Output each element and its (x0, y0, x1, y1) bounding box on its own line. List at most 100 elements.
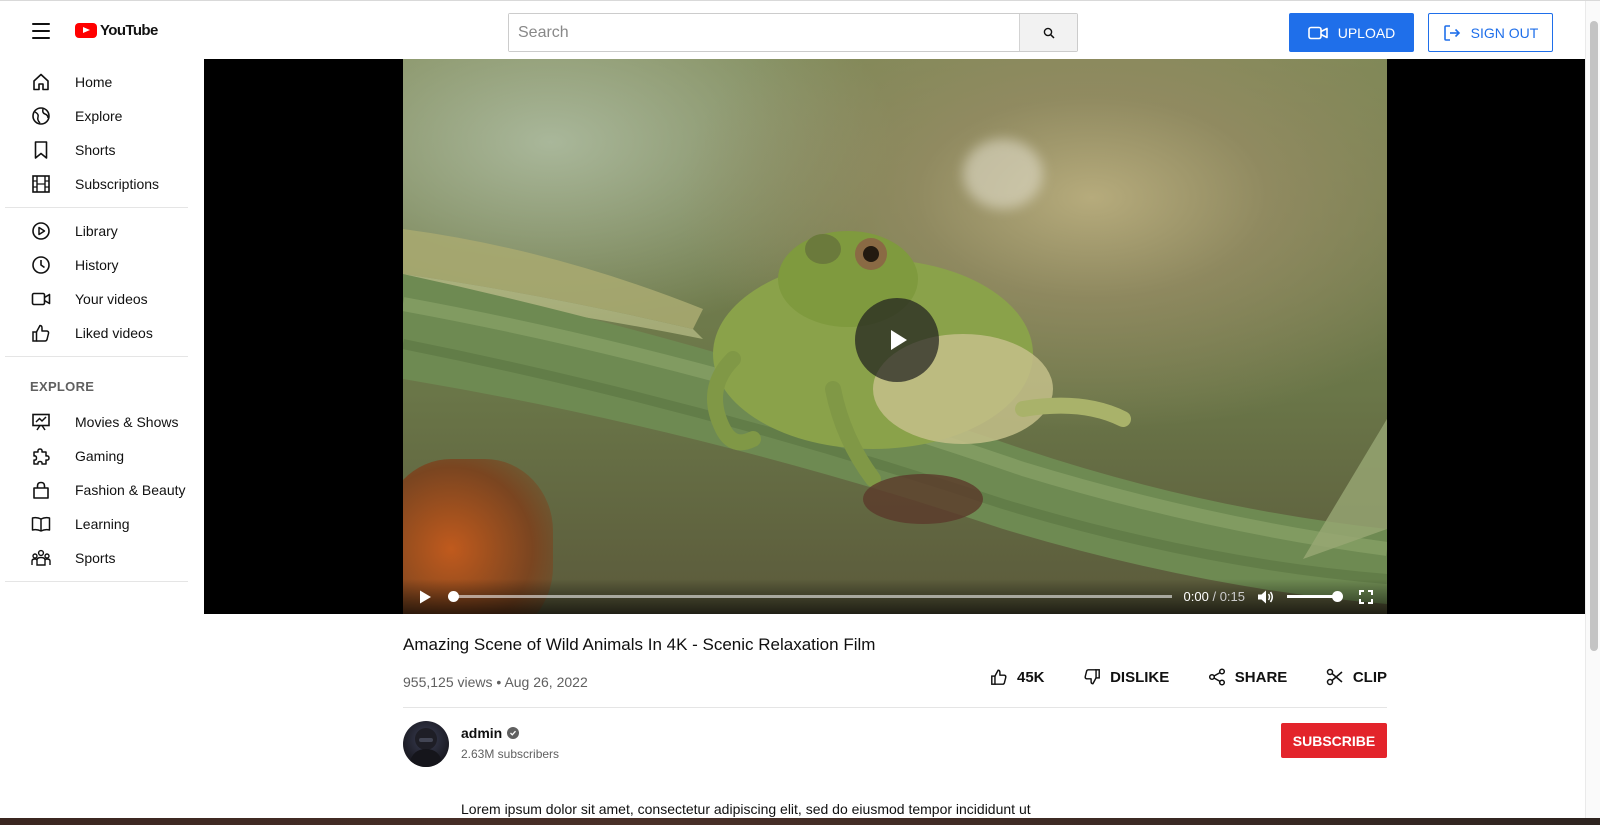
search-bar (508, 13, 1078, 52)
sidebar-item-label: Liked videos (75, 325, 153, 341)
avatar-image (409, 728, 443, 767)
sidebar-item-movies-shows[interactable]: Movies & Shows (5, 405, 188, 439)
sidebar-item-fashion-beauty[interactable]: Fashion & Beauty (5, 473, 188, 507)
video-title: Amazing Scene of Wild Animals In 4K - Sc… (403, 635, 876, 654)
time-display: 0:00 / 0:15 (1184, 589, 1245, 604)
like-button[interactable]: 45K (990, 668, 1045, 686)
puzzle-icon (33, 448, 50, 465)
sidebar-item-label: Your videos (75, 291, 148, 307)
video-description: Lorem ipsum dolor sit amet, consectetur … (461, 801, 1031, 817)
scissors-icon (1326, 668, 1343, 686)
share-button[interactable]: SHARE (1208, 668, 1288, 686)
scrollbar-thumb[interactable] (1590, 21, 1598, 651)
verified-check-icon (507, 727, 520, 739)
logout-icon (1443, 24, 1460, 41)
sidebar-item-label: Gaming (75, 448, 125, 464)
shopping-bag-icon (33, 481, 49, 499)
top-header: YouTube UPLOAD SIGN OUT (0, 1, 1585, 59)
sidebar-item-label: Explore (75, 108, 123, 124)
play-icon[interactable] (417, 589, 433, 605)
dislike-button[interactable]: DISLIKE (1083, 668, 1169, 686)
share-label: SHARE (1234, 668, 1288, 686)
upload-button[interactable]: UPLOAD (1289, 13, 1414, 52)
bookmark-icon (34, 141, 48, 159)
play-icon (891, 330, 907, 350)
sidebar-item-shorts[interactable]: Shorts (5, 133, 188, 167)
sign-out-button[interactable]: SIGN OUT (1428, 13, 1553, 52)
play-circle-icon (32, 222, 50, 240)
volume-fill (1287, 595, 1337, 598)
duration: 0:15 (1219, 589, 1245, 604)
info-divider (403, 707, 1387, 708)
logo-text: YouTube (100, 22, 158, 39)
sidebar-item-label: Sports (75, 550, 116, 566)
home-icon (33, 73, 49, 91)
sidebar-item-gaming[interactable]: Gaming (5, 439, 188, 473)
sign-out-label: SIGN OUT (1470, 24, 1539, 41)
thumbs-up-icon (991, 669, 1007, 685)
video-meta: 955,125 views • Aug 26, 2022 (403, 674, 588, 690)
sidebar-item-label: History (75, 257, 119, 273)
youtube-logo[interactable]: YouTube (75, 22, 158, 39)
volume-slider[interactable] (1287, 591, 1343, 602)
sidebar-item-label: Movies & Shows (75, 414, 179, 430)
clip-button[interactable]: CLIP (1326, 668, 1387, 686)
sidebar-explore-group: EXPLORE Movies & Shows Gaming Fashion & … (5, 357, 188, 582)
volume-icon[interactable] (1257, 589, 1275, 605)
time-separator: / (1208, 589, 1220, 604)
sidebar-item-sports[interactable]: Sports (5, 541, 188, 575)
sidebar-item-your-videos[interactable]: Your videos (5, 282, 188, 316)
thumbs-up-icon (32, 324, 50, 342)
share-icon (1208, 668, 1225, 686)
sidebar-item-subscriptions[interactable]: Subscriptions (5, 167, 188, 201)
video-actions: 45K DISLIKE SHARE CLIP (990, 668, 1387, 686)
page-scrollbar[interactable] (1585, 1, 1600, 818)
subscriber-count: 2.63M subscribers (461, 747, 560, 761)
sidebar-item-learning[interactable]: Learning (5, 507, 188, 541)
clip-label: CLIP (1352, 668, 1387, 686)
clock-icon (32, 256, 50, 274)
upload-label: UPLOAD (1337, 24, 1396, 41)
big-play-button[interactable] (855, 298, 939, 382)
desktop-background-strip (0, 818, 1600, 825)
sidebar-item-home[interactable]: Home (5, 65, 188, 99)
presentation-icon (32, 413, 50, 431)
subscribe-button[interactable]: SUBSCRIBE (1281, 723, 1387, 758)
browser-window: YouTube UPLOAD SIGN OUT Home Explore (0, 0, 1600, 818)
fullscreen-icon[interactable] (1359, 589, 1373, 604)
sidebar-section-title: EXPLORE (30, 378, 95, 394)
like-count: 45K (1017, 668, 1045, 686)
upload-date: Aug 26, 2022 (504, 674, 588, 690)
sidebar-library-group: Library History Your videos Liked videos (5, 208, 188, 357)
compass-icon (32, 107, 50, 125)
search-icon (1043, 27, 1055, 39)
sidebar-item-label: Library (75, 223, 118, 239)
film-icon (32, 175, 50, 193)
youtube-play-logo-icon (75, 23, 97, 38)
search-input[interactable] (509, 14, 1019, 51)
player-controls: 0:00 / 0:15 (403, 579, 1387, 614)
sidebar-item-label: Subscriptions (75, 176, 160, 192)
volume-knob[interactable] (1332, 591, 1343, 602)
hamburger-menu-icon[interactable] (30, 21, 52, 41)
progress-scrubber[interactable] (448, 591, 459, 602)
sidebar-item-history[interactable]: History (5, 248, 188, 282)
progress-bar[interactable] (448, 591, 1172, 602)
channel-name[interactable]: admin (461, 725, 520, 741)
search-button[interactable] (1019, 14, 1077, 51)
current-time: 0:00 (1183, 589, 1209, 604)
sidebar-item-liked-videos[interactable]: Liked videos (5, 316, 188, 350)
sidebar-main-group: Home Explore Shorts Subscriptions (5, 59, 188, 208)
sidebar-item-label: Shorts (75, 142, 116, 158)
sidebar-item-library[interactable]: Library (5, 214, 188, 248)
video-camera-icon (1307, 26, 1328, 39)
sidebar-item-explore[interactable]: Explore (5, 99, 188, 133)
sidebar-item-label: Home (75, 74, 113, 90)
view-count: 955,125 views (403, 674, 493, 690)
book-icon (31, 516, 51, 532)
avatar[interactable] (403, 721, 449, 767)
sidebar: Home Explore Shorts Subscriptions Librar… (0, 59, 188, 582)
sidebar-item-label: Fashion & Beauty (75, 482, 186, 498)
dislike-label: DISLIKE (1110, 668, 1170, 686)
sidebar-item-label: Learning (75, 516, 130, 532)
